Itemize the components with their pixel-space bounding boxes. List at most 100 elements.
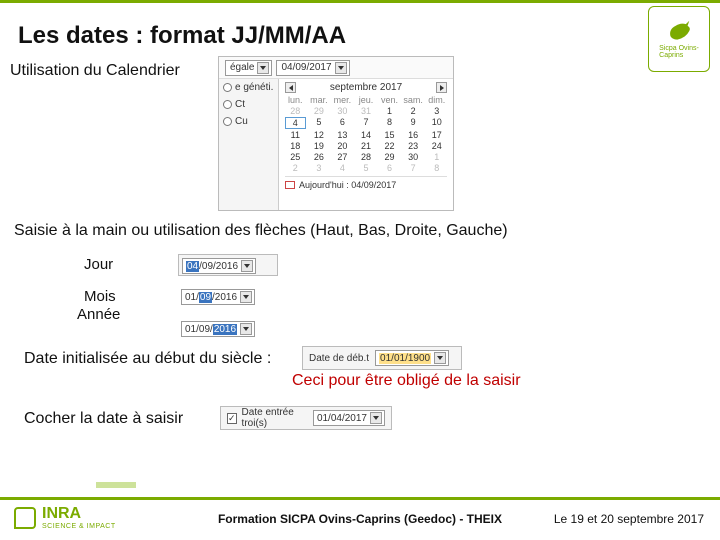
radio-label: Cu [235, 116, 248, 127]
calendar-day[interactable]: 18 [285, 141, 306, 151]
calendar-left-options: e généti. Ct Cu [219, 79, 279, 210]
calendar-day[interactable]: 27 [332, 152, 353, 162]
calendar-grid[interactable]: lun.mar.mer.jeu.ven.sam.dim.282930311234… [285, 95, 447, 173]
label-mois: Mois [84, 288, 116, 305]
jour-rest: /09/2016 [199, 261, 238, 272]
calendar-day[interactable]: 7 [403, 163, 424, 173]
label-annee: Année [77, 306, 120, 323]
date-input-entree[interactable]: 01/04/2017 [313, 410, 385, 426]
calendar-day[interactable]: 21 [356, 141, 377, 151]
day-header: mar. [309, 95, 330, 105]
date-input-annee[interactable]: 01/09/2016 [181, 321, 255, 337]
radio-icon [223, 100, 232, 109]
chevron-down-icon [434, 352, 446, 364]
calendar-day[interactable]: 8 [426, 163, 447, 173]
datefield-jour-frag: 04/09/2016 [178, 254, 278, 276]
calendar-day[interactable]: 22 [379, 141, 400, 151]
calendar-day[interactable]: 3 [309, 163, 330, 173]
init-field-label: Date de déb.t [309, 353, 369, 364]
label-saisie: Saisie à la main ou utilisation des flèc… [14, 222, 508, 240]
radio-option[interactable]: Ct [219, 96, 278, 113]
calendar-day[interactable]: 4 [332, 163, 353, 173]
today-marker-icon [285, 181, 295, 189]
cocher-field-frag: ✓ Date entrée troi(s) 01/04/2017 [220, 406, 392, 430]
calendar-day[interactable]: 15 [379, 130, 400, 140]
cocher-field-value: 01/04/2017 [317, 413, 367, 424]
datefield-annee-frag: 01/09/2016 [178, 318, 278, 340]
next-month-button[interactable] [436, 82, 447, 93]
calendar-day[interactable]: 9 [403, 117, 424, 129]
calendar-day[interactable]: 6 [379, 163, 400, 173]
calendar-day[interactable]: 1 [426, 152, 447, 162]
chevron-down-icon [240, 291, 252, 303]
calendar-day[interactable]: 29 [309, 106, 330, 116]
calendar-day[interactable]: 1 [379, 106, 400, 116]
today-label[interactable]: Aujourd'hui : 04/09/2017 [299, 180, 396, 190]
chevron-down-icon [257, 62, 269, 74]
footer-green-bar [0, 497, 720, 500]
radio-icon [223, 83, 232, 92]
calendar-day[interactable]: 29 [379, 152, 400, 162]
calendar-day[interactable]: 7 [356, 117, 377, 129]
date-input-mois[interactable]: 01/09/2016 [181, 289, 255, 305]
calendar-day[interactable]: 25 [285, 152, 306, 162]
calendar-day[interactable]: 24 [426, 141, 447, 151]
chevron-down-icon [241, 260, 253, 272]
day-header: jeu. [356, 95, 377, 105]
calendar-day[interactable]: 13 [332, 130, 353, 140]
calendar-day[interactable]: 16 [403, 130, 424, 140]
calendar-day[interactable]: 28 [356, 152, 377, 162]
calendar-day[interactable]: 30 [332, 106, 353, 116]
calendar-day[interactable]: 2 [403, 106, 424, 116]
calendar-day[interactable]: 12 [309, 130, 330, 140]
calendar-day[interactable]: 11 [285, 130, 306, 140]
goat-icon [665, 19, 693, 43]
day-header: mer. [332, 95, 353, 105]
operator-combo-label: égale [230, 62, 254, 73]
day-header: lun. [285, 95, 306, 105]
calendar-day[interactable]: 14 [356, 130, 377, 140]
jour-selected-day: 04 [186, 261, 199, 272]
calendar-day[interactable]: 31 [356, 106, 377, 116]
calendar-screenshot: égale 04/09/2017 e généti. Ct Cu septembre… [218, 56, 454, 211]
label-jour: Jour [84, 256, 113, 273]
calendar-day[interactable]: 5 [309, 117, 330, 129]
date-input-jour[interactable]: 04/09/2016 [182, 258, 256, 274]
calendar-day[interactable]: 26 [309, 152, 330, 162]
calendar-day[interactable]: 23 [403, 141, 424, 151]
day-header: sam. [403, 95, 424, 105]
date-combo[interactable]: 04/09/2017 [276, 60, 349, 76]
radio-option[interactable]: e généti. [219, 79, 278, 96]
calendar-day[interactable]: 6 [332, 117, 353, 129]
prev-month-button[interactable] [285, 82, 296, 93]
calendar-day[interactable]: 5 [356, 163, 377, 173]
calendar-day[interactable]: 28 [285, 106, 306, 116]
decorative-block [96, 482, 136, 488]
calendar-day[interactable]: 2 [285, 163, 306, 173]
date-input-init[interactable]: 01/01/1900 [375, 350, 449, 366]
chevron-down-icon [370, 412, 382, 424]
radio-label: e généti. [235, 82, 273, 93]
calendar-day[interactable]: 19 [309, 141, 330, 151]
day-header: dim. [426, 95, 447, 105]
radio-icon [223, 117, 232, 126]
label-ceci: Ceci pour être obligé de la saisir [292, 372, 521, 390]
checkbox-date-entree[interactable]: ✓ [227, 413, 237, 424]
radio-option[interactable]: Cu [219, 113, 278, 130]
calendar-day[interactable]: 10 [426, 117, 447, 129]
month-label: septembre 2017 [330, 82, 402, 93]
calendar-day[interactable]: 8 [379, 117, 400, 129]
radio-label: Ct [235, 99, 245, 110]
annee-pre: 01/09/ [185, 324, 213, 335]
footer-right: Le 19 et 20 septembre 2017 [554, 512, 704, 526]
calendar-day[interactable]: 3 [426, 106, 447, 116]
calendar-day[interactable]: 20 [332, 141, 353, 151]
calendar-popup: septembre 2017 lun.mar.mer.jeu.ven.sam.d… [279, 79, 453, 210]
operator-combo[interactable]: égale [225, 60, 272, 76]
badge-line1: Sicpa Ovins- [659, 45, 699, 52]
calendar-day[interactable]: 17 [426, 130, 447, 140]
calendar-day[interactable]: 30 [403, 152, 424, 162]
init-field-value: 01/01/1900 [379, 353, 431, 364]
calendar-day[interactable]: 4 [285, 117, 306, 129]
sicpa-logo-badge: Sicpa Ovins-Caprins [648, 6, 710, 72]
